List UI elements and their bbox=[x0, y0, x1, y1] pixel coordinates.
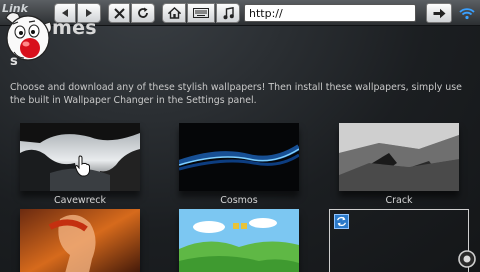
wallpaper-name: Crack bbox=[385, 195, 413, 206]
refresh-button[interactable] bbox=[131, 3, 155, 23]
wallpaper-name: Cosmos bbox=[220, 195, 258, 206]
reload-badge-icon bbox=[334, 214, 349, 229]
keyboard-icon bbox=[193, 8, 209, 18]
home-button[interactable] bbox=[162, 3, 186, 23]
page-description: Choose and download any of these stylish… bbox=[10, 81, 480, 107]
home-icon bbox=[167, 7, 181, 19]
address-input[interactable] bbox=[244, 4, 416, 22]
refresh-icon bbox=[138, 7, 148, 18]
music-note-icon bbox=[223, 6, 234, 19]
stop-button[interactable] bbox=[108, 3, 130, 23]
wallpaper-card-cosmos[interactable]: Cosmos bbox=[179, 123, 301, 206]
go-button[interactable] bbox=[426, 3, 452, 23]
wallpaper-thumbnail[interactable] bbox=[179, 209, 299, 272]
wallpaper-card-crack[interactable]: Crack bbox=[339, 123, 461, 206]
wifi-icon bbox=[459, 8, 475, 20]
wallpaper-card-warrior[interactable] bbox=[20, 209, 142, 272]
stop-icon bbox=[113, 7, 125, 19]
wallpaper-name: Cavewreck bbox=[54, 195, 106, 206]
go-arrow-icon bbox=[433, 8, 445, 18]
wallpaper-thumbnail[interactable] bbox=[179, 123, 299, 191]
page-title: mes bbox=[52, 17, 97, 39]
scroll-knob-icon[interactable] bbox=[458, 250, 476, 268]
wallpaper-placeholder bbox=[329, 209, 469, 272]
description-line-2: the built in Wallpaper Changer in the Se… bbox=[10, 95, 257, 106]
wallpaper-card-landscape[interactable] bbox=[179, 209, 301, 272]
hand-cursor-icon bbox=[74, 155, 90, 177]
mascot-avatar-icon bbox=[5, 12, 52, 61]
music-button[interactable] bbox=[216, 3, 240, 23]
keyboard-button[interactable] bbox=[187, 3, 215, 23]
wallpaper-thumbnail[interactable] bbox=[339, 123, 459, 191]
description-line-1: Choose and download any of these stylish… bbox=[10, 82, 462, 93]
wallpaper-thumbnail[interactable] bbox=[20, 209, 140, 272]
